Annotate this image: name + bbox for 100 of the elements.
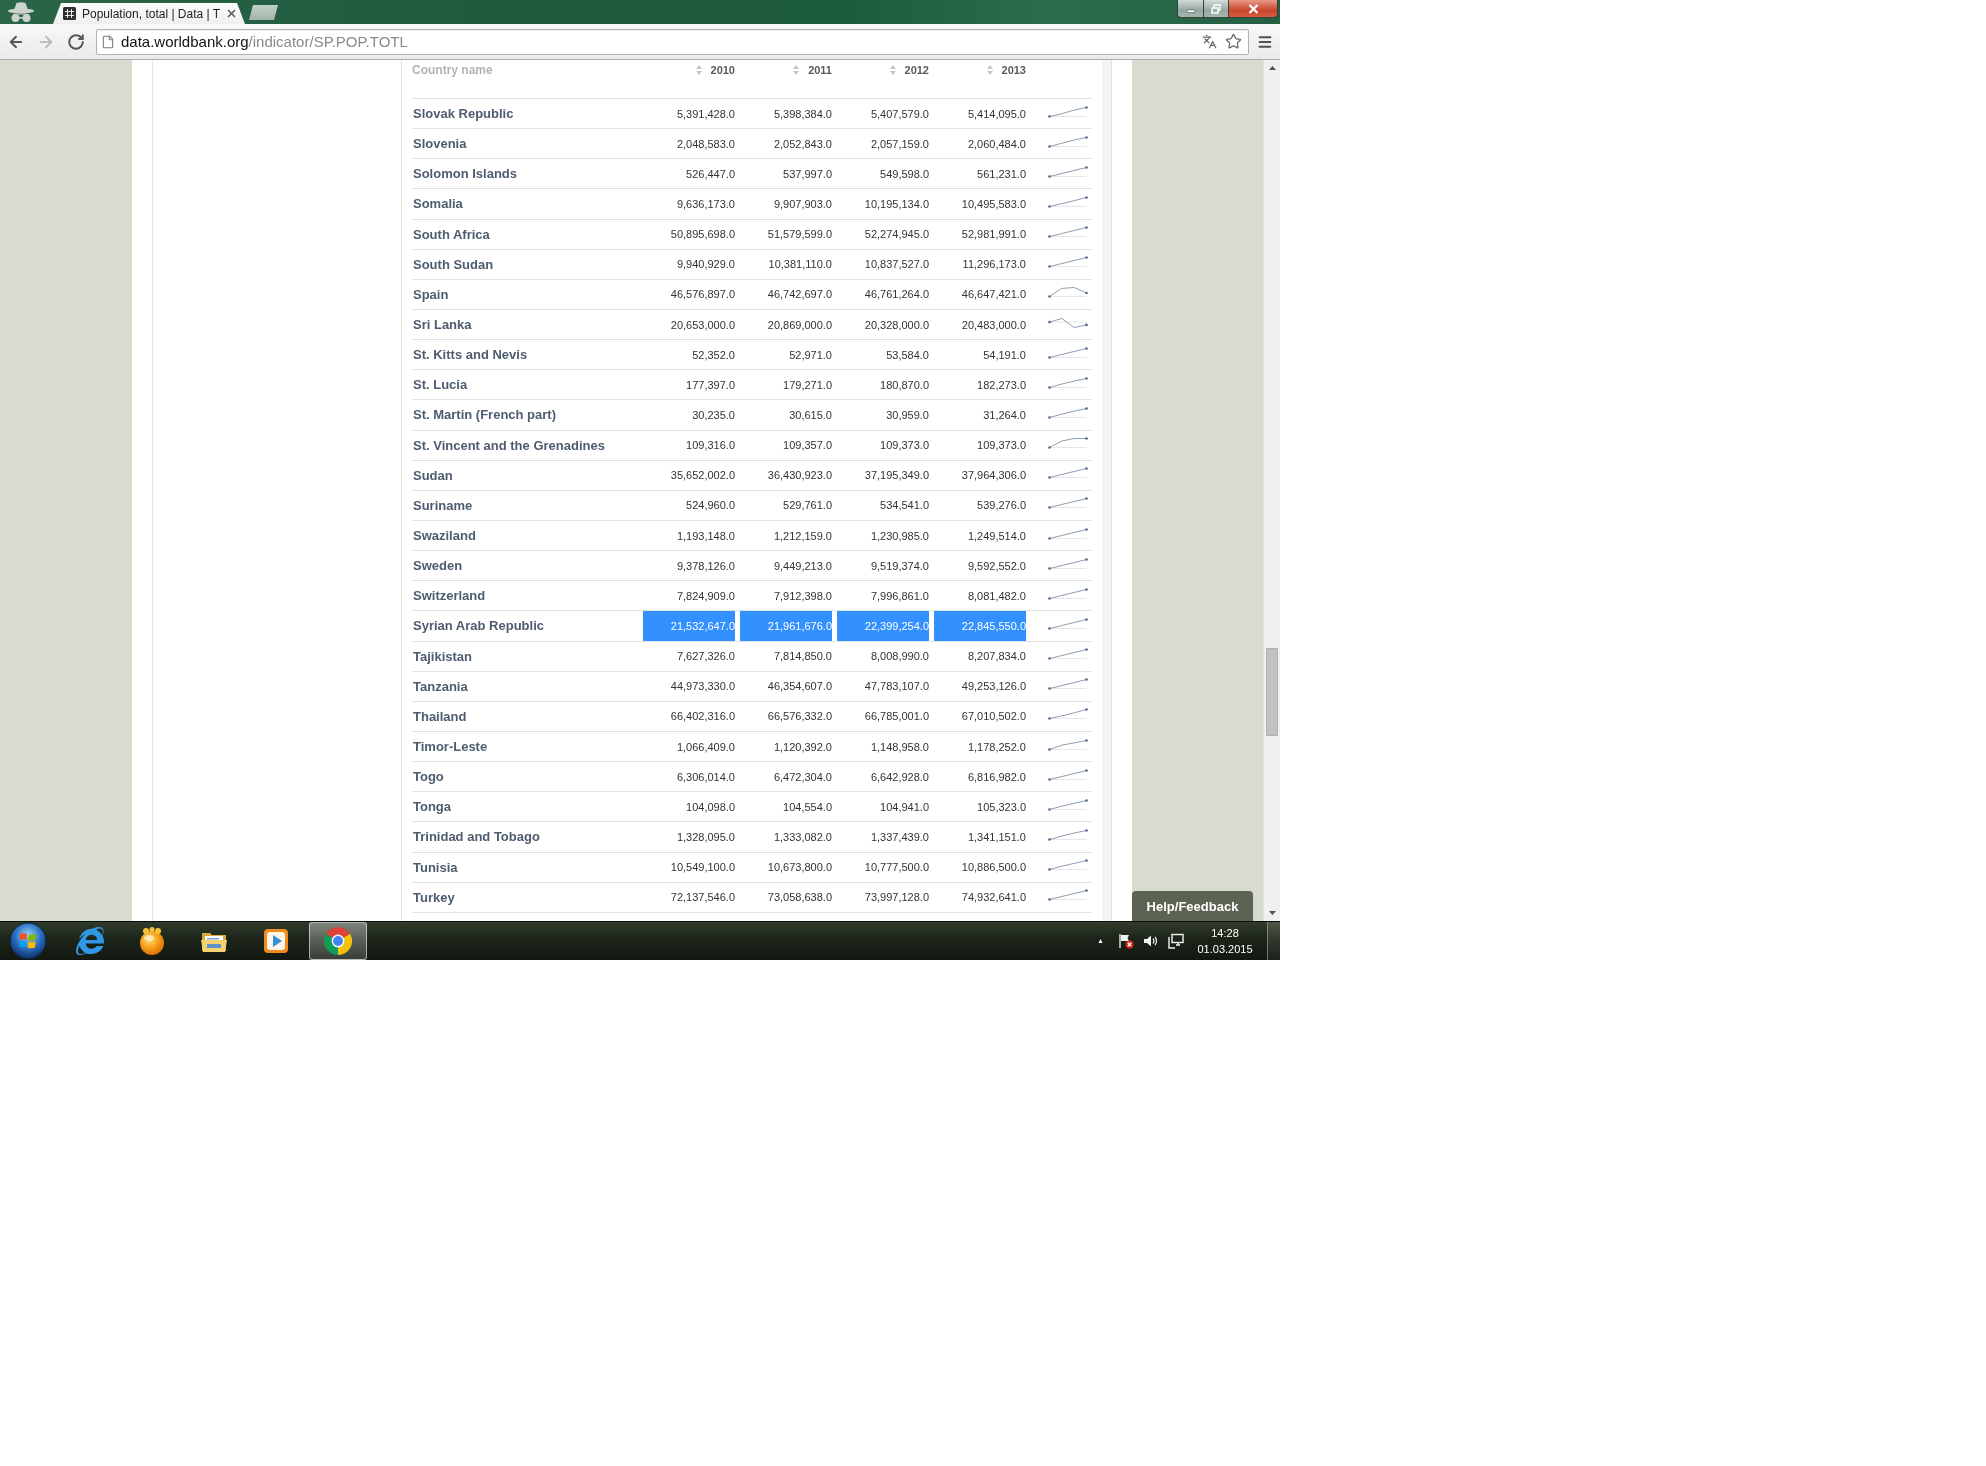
country-link[interactable]: St. Lucia bbox=[412, 377, 638, 393]
close-icon[interactable] bbox=[227, 9, 236, 18]
browser-logo-icon[interactable] bbox=[309, 922, 367, 960]
value-cell-text: 9,907,903.0 bbox=[772, 197, 832, 212]
value-cell-text: 1,066,409.0 bbox=[675, 739, 735, 755]
page-icon bbox=[101, 34, 115, 49]
sparkline bbox=[1048, 828, 1088, 841]
value-cell-text: 52,352.0 bbox=[691, 347, 735, 363]
sparkline bbox=[1048, 316, 1088, 329]
sparkline bbox=[1048, 467, 1088, 480]
sparkline bbox=[1048, 376, 1088, 389]
value-cell-text: 537,997.0 bbox=[782, 166, 832, 182]
restore-icon[interactable] bbox=[1204, 0, 1229, 18]
country-link[interactable]: Sweden bbox=[412, 558, 638, 574]
country-link[interactable]: St. Vincent and the Grenadines bbox=[412, 437, 638, 453]
country-link[interactable]: Slovenia bbox=[412, 136, 638, 152]
star-icon[interactable] bbox=[1225, 33, 1242, 50]
value-cell-text: 44,973,330.0 bbox=[669, 679, 735, 695]
scroll-down-icon[interactable] bbox=[1268, 911, 1276, 915]
country-link[interactable]: Tanzania bbox=[412, 678, 638, 694]
value-cell-text: 9,592,552.0 bbox=[966, 558, 1026, 574]
value-cell-text: 72,137,546.0 bbox=[669, 890, 735, 906]
help-feedback-button[interactable]: Help/Feedback bbox=[1132, 891, 1253, 921]
country-link[interactable]: Swaziland bbox=[412, 528, 638, 544]
country-link[interactable]: Tunisia bbox=[412, 859, 638, 875]
column-header[interactable]: 2012 bbox=[904, 64, 929, 76]
value-cell-text: 2,057,159.0 bbox=[869, 136, 929, 152]
value-cell-text: 10,195,134.0 bbox=[863, 197, 929, 212]
value-cell-text: 52,981,991.0 bbox=[960, 227, 1026, 243]
show-desktop-button[interactable] bbox=[1267, 922, 1280, 960]
country-link[interactable]: Thailand bbox=[412, 708, 638, 724]
value-cell-text: 5,414,095.0 bbox=[966, 106, 1026, 122]
value-cell-text: 54,191.0 bbox=[982, 347, 1026, 363]
value-cell-text: 5,391,428.0 bbox=[675, 106, 735, 122]
value-cell: 22,399,254.0 bbox=[837, 611, 929, 641]
country-link[interactable]: South Africa bbox=[412, 226, 638, 242]
sparkline bbox=[1048, 346, 1088, 359]
value-cell-text: 9,449,213.0 bbox=[772, 558, 832, 574]
play-icon[interactable] bbox=[263, 928, 289, 954]
sparkline bbox=[1048, 437, 1088, 450]
new-tab-button[interactable] bbox=[249, 5, 278, 20]
scrollbar-thumb[interactable] bbox=[1266, 648, 1278, 736]
minimize-icon[interactable] bbox=[1177, 0, 1204, 18]
country-link[interactable]: Suriname bbox=[412, 497, 638, 513]
sparkline bbox=[1048, 165, 1088, 178]
close-icon[interactable] bbox=[1229, 0, 1278, 18]
value-cell-text: 1,120,392.0 bbox=[772, 739, 832, 755]
value-cell-text: 9,636,173.0 bbox=[675, 197, 735, 212]
value-cell-text: 1,148,958.0 bbox=[869, 739, 929, 755]
value-cell-text: 109,357.0 bbox=[782, 438, 832, 454]
speaker-icon[interactable] bbox=[1142, 933, 1159, 949]
value-cell-text: 549,598.0 bbox=[879, 166, 929, 182]
value-cell-text: 529,761.0 bbox=[782, 498, 832, 514]
value-cell-text: 52,971.0 bbox=[788, 347, 832, 363]
country-link[interactable]: Tajikistan bbox=[412, 648, 638, 664]
value-cell-text: 6,642,928.0 bbox=[869, 769, 929, 785]
value-cell-text: 109,373.0 bbox=[976, 438, 1026, 454]
value-cell-text: 105,323.0 bbox=[976, 799, 1026, 815]
country-link[interactable]: Tonga bbox=[412, 799, 638, 815]
sparkline bbox=[1048, 105, 1088, 118]
country-link[interactable]: South Sudan bbox=[412, 256, 638, 272]
value-cell-text: 109,316.0 bbox=[685, 438, 735, 454]
address-field[interactable]: data.worldbank.org/indicator/SP.POP.TOTL bbox=[96, 28, 1249, 55]
value-cell-text: 7,814,850.0 bbox=[772, 649, 832, 665]
country-link[interactable]: St. Kitts and Nevis bbox=[412, 347, 638, 363]
country-link[interactable]: Slovak Republic bbox=[412, 106, 638, 122]
value-cell-text: 524,960.0 bbox=[685, 498, 735, 514]
browser-tab[interactable]: Population, total | Data | T bbox=[53, 3, 245, 24]
country-link[interactable]: Syrian Arab Republic bbox=[412, 618, 638, 634]
menu-icon[interactable] bbox=[1257, 33, 1273, 50]
country-link[interactable]: Sri Lanka bbox=[412, 317, 638, 333]
caret-up-icon[interactable] bbox=[1097, 939, 1104, 943]
reload-icon[interactable] bbox=[67, 32, 85, 51]
country-link[interactable]: Trinidad and Tobago bbox=[412, 829, 638, 845]
country-link[interactable]: Togo bbox=[412, 769, 638, 785]
ball-icon[interactable] bbox=[137, 926, 167, 956]
flag-icon[interactable] bbox=[1117, 933, 1134, 949]
value-cell-text: 9,378,126.0 bbox=[675, 558, 735, 574]
country-link[interactable]: Solomon Islands bbox=[412, 166, 638, 182]
column-header[interactable]: 2013 bbox=[1001, 64, 1026, 76]
country-link[interactable]: Spain bbox=[412, 286, 638, 302]
value-cell-text: 66,576,332.0 bbox=[766, 709, 832, 725]
network-icon[interactable] bbox=[1167, 933, 1184, 949]
value-cell-text: 35,652,002.0 bbox=[669, 468, 735, 484]
value-cell-text: 46,354,607.0 bbox=[766, 679, 832, 695]
start-icon[interactable] bbox=[9, 922, 47, 960]
country-link[interactable]: Turkey bbox=[412, 889, 638, 905]
country-link[interactable]: St. Martin (French part) bbox=[412, 407, 638, 423]
value-cell-text: 10,549,100.0 bbox=[669, 860, 735, 876]
column-header[interactable]: 2011 bbox=[808, 64, 832, 76]
country-link[interactable]: Timor-Leste bbox=[412, 739, 638, 754]
country-link[interactable]: Sudan bbox=[412, 467, 638, 483]
column-header[interactable]: 2010 bbox=[710, 64, 735, 76]
scroll-up-icon[interactable] bbox=[1268, 66, 1276, 70]
translate-icon[interactable] bbox=[1202, 34, 1217, 49]
value-cell-text: 9,940,929.0 bbox=[675, 257, 735, 273]
sparkline bbox=[1048, 286, 1088, 299]
country-link[interactable]: Somalia bbox=[412, 196, 638, 212]
e-logo-icon[interactable] bbox=[76, 927, 104, 955]
country-link[interactable]: Switzerland bbox=[412, 588, 638, 604]
